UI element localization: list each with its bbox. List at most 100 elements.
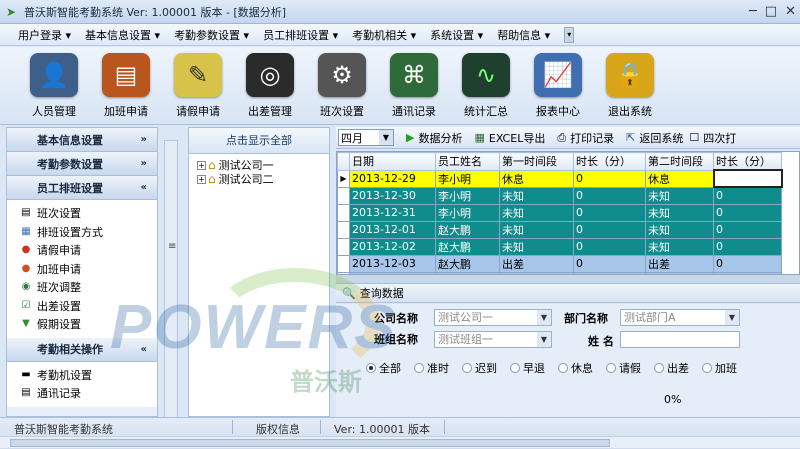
menu-basic-info[interactable]: 基本信息设置 ▾ [85, 27, 160, 43]
scrollbar-thumb[interactable] [10, 439, 610, 447]
menu-device[interactable]: 考勤机相关 ▾ [352, 27, 416, 43]
department-select[interactable]: 测试部门A ▼ [620, 309, 740, 326]
nav-item-comm-records[interactable]: ▤ 通讯记录 [19, 384, 157, 403]
radio-all[interactable]: 全部 [366, 360, 401, 376]
cell-d2[interactable]: 0 [713, 220, 782, 239]
cell-name[interactable]: 赵大鹏 [435, 237, 500, 256]
table-row[interactable]: 2013-12-30 李小明 未知 0 未知 0 [337, 186, 782, 205]
nav-section-device-ops[interactable]: 考勤相关操作 « [7, 337, 157, 362]
cell-p1[interactable]: 出差 [499, 254, 574, 273]
cell-name[interactable]: 李小明 [435, 186, 500, 205]
return-button[interactable]: ⇱ 返回系统 [626, 130, 683, 146]
menu-shift-schedule[interactable]: 员工排班设置 ▾ [263, 27, 338, 43]
tree-node-company-1[interactable]: + ⌂ 测试公司一 [189, 158, 329, 172]
excel-export-button[interactable]: ▦ EXCEL导出 [474, 130, 545, 146]
radio-late[interactable]: 迟到 [462, 360, 497, 376]
cell-p2[interactable]: 未知 [645, 203, 714, 222]
cell-p2[interactable]: 未知 [645, 186, 714, 205]
table-row[interactable]: 2013-12-02 赵大鹏 未知 0 未知 0 [337, 237, 782, 256]
nav-item-device-settings[interactable]: ▬ 考勤机设置 [19, 366, 157, 385]
row-indicator[interactable] [337, 203, 350, 222]
main-horizontal-scrollbar[interactable] [0, 436, 800, 448]
cell-d2[interactable]: 0 [713, 237, 782, 256]
cell-date[interactable]: 2013-12-03 [349, 254, 436, 273]
toolbar-shift-settings[interactable]: ⚙ 班次设置 [306, 47, 378, 124]
print-button[interactable]: ⎙ 打印记录 [557, 130, 614, 146]
nav-section-basic-info[interactable]: 基本信息设置 » [7, 128, 157, 152]
radio-early-leave[interactable]: 早退 [510, 360, 545, 376]
cell-d2[interactable]: 0 [713, 254, 782, 273]
close-button[interactable]: ✕ [785, 4, 796, 19]
nav-section-shift-schedule[interactable]: 员工排班设置 « [7, 176, 157, 200]
row-indicator[interactable]: ▶ [337, 169, 350, 188]
toolbar-leave[interactable]: ✎ 请假申请 [162, 47, 234, 124]
cell-p1[interactable]: 未知 [499, 186, 574, 205]
cell-p2[interactable]: 未知 [645, 220, 714, 239]
cell-date[interactable]: 2013-12-29 [349, 169, 436, 188]
month-select[interactable]: 四月 ▼ [338, 129, 394, 146]
cell-date[interactable]: 2013-12-01 [349, 220, 436, 239]
col-header-period2[interactable]: 第二时间段 [645, 152, 714, 171]
expand-icon[interactable]: + [197, 174, 206, 184]
menu-overflow-button[interactable]: ▾ [564, 26, 575, 43]
toolbar-overtime[interactable]: ▤ 加班申请 [90, 47, 162, 124]
tree-node-company-2[interactable]: + ⌂ 测试公司二 [189, 172, 329, 186]
menu-help[interactable]: 帮助信息 ▾ [497, 27, 550, 43]
radio-rest[interactable]: 休息 [558, 360, 593, 376]
toolbar-exit[interactable]: 🔒 退出系统 [594, 47, 666, 124]
nav-section-attendance-params[interactable]: 考勤参数设置 » [7, 152, 157, 176]
cell-date[interactable]: 2013-12-30 [349, 186, 436, 205]
row-indicator[interactable] [337, 237, 350, 256]
radio-on-time[interactable]: 准时 [414, 360, 449, 376]
row-indicator[interactable] [337, 186, 350, 205]
cell-p1[interactable]: 未知 [499, 203, 574, 222]
group-select[interactable]: 测试班组一 ▼ [434, 331, 552, 348]
row-indicator[interactable] [337, 220, 350, 239]
cell-name[interactable]: 李小明 [435, 169, 500, 188]
show-all-button[interactable]: 点击显示全部 [189, 128, 329, 154]
toolbar-report-center[interactable]: 📈 报表中心 [522, 47, 594, 124]
menu-attendance-params[interactable]: 考勤参数设置 ▾ [174, 27, 249, 43]
cell-p1[interactable]: 休息 [499, 169, 574, 188]
cell-d2[interactable]: 0 [713, 203, 782, 222]
cell-name[interactable]: 赵大鹏 [435, 254, 500, 273]
table-row[interactable]: ▶ 2013-12-29 李小明 休息 0 休息 [337, 169, 783, 188]
nav-item-trip-settings[interactable]: ☑ 出差设置 [19, 297, 157, 316]
row-indicator[interactable] [337, 254, 350, 273]
cell-p1[interactable]: 未知 [499, 237, 574, 256]
col-header-name[interactable]: 员工姓名 [435, 152, 500, 171]
cell-d2[interactable] [712, 169, 783, 188]
cell-p2[interactable]: 未知 [645, 237, 714, 256]
cell-name[interactable]: 赵大鹏 [435, 220, 500, 239]
cell-date[interactable]: 2013-12-31 [349, 203, 436, 222]
cell-d1[interactable]: 0 [573, 237, 646, 256]
col-header-duration1[interactable]: 时长（分） [573, 152, 646, 171]
radio-business-trip[interactable]: 出差 [654, 360, 689, 376]
nav-item-shift-settings[interactable]: ▤ 班次设置 [19, 204, 157, 223]
menu-user-login[interactable]: 用户登录 ▾ [18, 27, 71, 43]
cell-d1[interactable]: 0 [573, 220, 646, 239]
cell-d1[interactable]: 0 [573, 186, 646, 205]
table-row[interactable]: 2013-12-31 李小明 未知 0 未知 0 [337, 203, 782, 222]
company-select[interactable]: 测试公司一 ▼ [434, 309, 552, 326]
radio-leave[interactable]: 请假 [606, 360, 641, 376]
cell-d1[interactable]: 0 [573, 203, 646, 222]
nav-item-holiday-settings[interactable]: ▼ 假期设置 [19, 315, 157, 334]
cell-p2[interactable]: 休息 [645, 169, 714, 188]
expand-icon[interactable]: + [197, 160, 206, 170]
cell-p2[interactable]: 出差 [645, 254, 714, 273]
menu-system-settings[interactable]: 系统设置 ▾ [430, 27, 483, 43]
minimize-button[interactable]: ─ [749, 4, 757, 19]
table-row[interactable]: 2013-12-01 赵大鹏 未知 0 未知 0 [337, 220, 782, 239]
cell-d1[interactable]: 0 [573, 169, 646, 188]
analyze-button[interactable]: ▶ 数据分析 [406, 130, 462, 146]
grid-horizontal-scrollbar[interactable] [336, 275, 800, 283]
panel-splitter[interactable]: ≡ [164, 140, 178, 420]
cell-d2[interactable]: 0 [713, 186, 782, 205]
table-row[interactable]: 2013-12-03 赵大鹏 出差 0 出差 0 [337, 254, 782, 273]
col-header-date[interactable]: 日期 [349, 152, 436, 171]
col-header-duration2[interactable]: 时长（分） [713, 152, 782, 171]
cell-date[interactable]: 2013-12-02 [349, 237, 436, 256]
name-input[interactable] [620, 331, 740, 348]
nav-item-shift-adjust[interactable]: ◉ 班次调整 [19, 278, 157, 297]
